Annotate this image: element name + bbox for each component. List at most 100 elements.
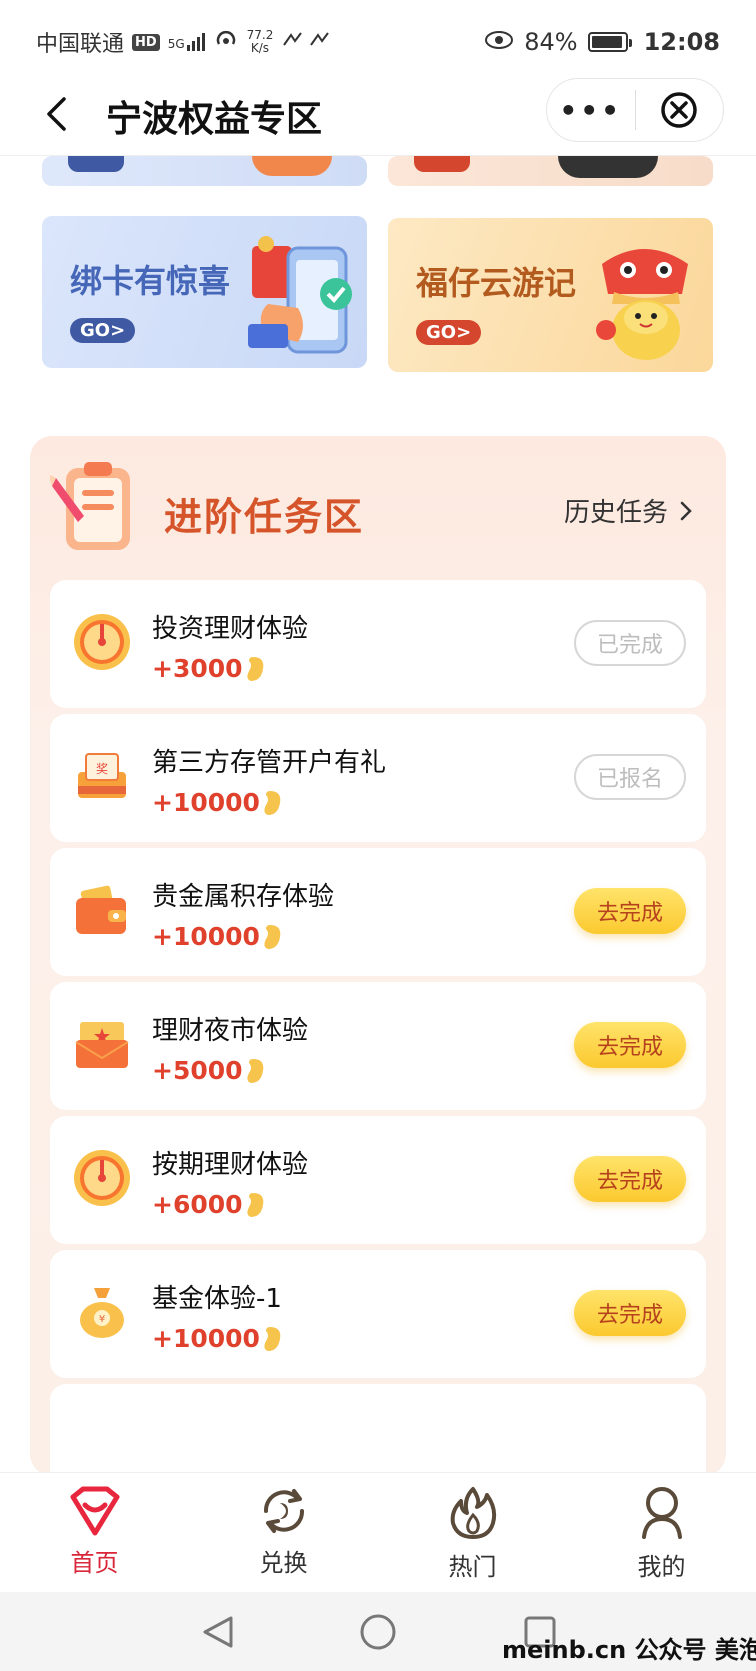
chevron-left-icon: [47, 97, 66, 131]
system-back-button[interactable]: [196, 1610, 240, 1654]
signal-icon: 5G: [168, 33, 205, 51]
task-reward: +10000: [152, 788, 284, 817]
nav-home[interactable]: 首页: [0, 1473, 189, 1592]
prize-box-icon: 奖: [78, 753, 126, 798]
speed-unit: K/s: [250, 41, 270, 55]
bean-coin-icon: [264, 924, 281, 949]
network-speed: 77.2 K/s: [247, 29, 274, 55]
svg-text:¥: ¥: [99, 1314, 105, 1325]
task-card: 奖 第三方存管开户有礼 +10000 已报名: [50, 714, 706, 842]
task-name: 投资理财体验: [152, 614, 309, 644]
envelope-icon: [75, 1022, 129, 1068]
bean-coin-icon: [246, 656, 263, 681]
bottom-nav: 首页 兑换 热门 我的: [0, 1472, 756, 1592]
task-reward: +10000: [152, 922, 284, 951]
banner-bind-card[interactable]: 绑卡有惊喜 GO>: [42, 216, 367, 368]
nav-exchange-label: 兑换: [259, 1549, 308, 1577]
banner-partial-left[interactable]: [42, 156, 367, 186]
phone-card-icon: [248, 236, 352, 354]
notification-icon: [281, 29, 333, 55]
banner-partial-right[interactable]: [388, 156, 713, 186]
flame-icon: [450, 1487, 496, 1539]
task-reward-value: +6000: [152, 1190, 243, 1219]
battery-percent: 84%: [524, 28, 578, 56]
circle-home-icon: [360, 1614, 396, 1650]
nav-home-label: 首页: [70, 1549, 119, 1577]
hd-badge: HD: [132, 33, 160, 51]
task-go-button[interactable]: 去完成: [574, 1290, 686, 1336]
close-circle-icon: [661, 92, 697, 128]
task-section-title: 进阶任务区: [164, 495, 365, 539]
status-left: 中国联通 HD 5G 77.2 K/s: [36, 26, 333, 58]
task-name: 基金体验-1: [152, 1284, 282, 1314]
lion-mascot-icon: [596, 249, 688, 360]
task-card: 按期理财体验 +6000 去完成: [50, 1116, 706, 1244]
task-card: 理财夜市体验 +5000 去完成: [50, 982, 706, 1110]
hotspot-icon: [213, 28, 239, 56]
carrier-name: 中国联通: [36, 32, 125, 57]
task-name: 按期理财体验: [152, 1150, 309, 1180]
task-reward: +6000: [152, 1190, 267, 1219]
clipboard-pencil-icon: [50, 462, 130, 550]
battery-icon: [587, 32, 632, 52]
task-completed-button[interactable]: 已完成: [574, 620, 686, 666]
nav-exchange[interactable]: 兑换: [189, 1473, 378, 1592]
task-card: ¥ 基金体验-1 +10000 去完成: [50, 1250, 706, 1378]
task-reward: +10000: [152, 1324, 284, 1353]
task-name: 第三方存管开户有礼: [152, 748, 387, 778]
status-right: 84% 12:08: [484, 28, 720, 56]
nav-mine[interactable]: 我的: [567, 1473, 756, 1592]
advanced-task-section: 进阶任务区 历史任务 投资理财体验 +3000 已完成 奖 第三方存管开户有礼 …: [30, 436, 726, 1476]
bean-coin-icon: [246, 1192, 263, 1217]
wheel-icon: [74, 1150, 130, 1206]
system-home-button[interactable]: [356, 1610, 400, 1654]
task-reward-value: +5000: [152, 1056, 243, 1085]
task-name: 贵金属积存体验: [152, 882, 335, 912]
task-reward: +5000: [152, 1056, 267, 1085]
task-reward-value: +10000: [152, 922, 260, 951]
triangle-back-icon: [203, 1616, 233, 1648]
task-go-button[interactable]: 去完成: [574, 888, 686, 934]
back-button[interactable]: [28, 86, 84, 142]
bean-coin-icon: [264, 790, 281, 815]
banner-fuzai-card[interactable]: 福仔云游记 GO>: [388, 218, 713, 372]
task-reward: +3000: [152, 654, 267, 683]
task-registered-button[interactable]: 已报名: [574, 754, 686, 800]
banner-bind-go: GO>: [70, 318, 136, 343]
system-nav-bar: meinb.cn 公众号 美泡君: [0, 1592, 756, 1671]
exchange-icon: [263, 1489, 304, 1533]
page-title: 宁波权益专区: [106, 99, 323, 140]
nav-hot[interactable]: 热门: [378, 1473, 567, 1592]
wallet-icon: [76, 885, 126, 934]
task-card: 贵金属积存体验 +10000 去完成: [50, 848, 706, 976]
task-reward-value: +10000: [152, 788, 260, 817]
nav-hot-label: 热门: [448, 1553, 497, 1581]
task-name: 理财夜市体验: [152, 1016, 309, 1046]
task-card-partial: [50, 1384, 706, 1476]
watermark-text: meinb.cn 公众号 美泡君: [502, 1636, 756, 1664]
bean-coin-icon: [246, 1058, 263, 1083]
diamond-smile-icon: [70, 1486, 119, 1536]
banner-fuzai-title: 福仔云游记: [416, 264, 577, 302]
mini-program-capsule: •••: [546, 78, 724, 142]
banner-fuzai-go: GO>: [416, 320, 482, 345]
title-bar: 宁波权益专区 •••: [0, 72, 756, 156]
more-button[interactable]: •••: [547, 79, 635, 141]
svg-text:奖: 奖: [96, 762, 108, 776]
chevron-right-icon: [680, 501, 692, 520]
history-tasks-label: 历史任务: [564, 498, 669, 528]
task-reward-value: +3000: [152, 654, 243, 683]
network-label: 5G: [167, 37, 185, 51]
nav-mine-label: 我的: [637, 1553, 686, 1581]
banner-bind-title: 绑卡有惊喜: [70, 262, 231, 300]
history-tasks-link[interactable]: 历史任务: [564, 492, 692, 529]
close-button[interactable]: [636, 79, 724, 141]
task-card: 投资理财体验 +3000 已完成: [50, 580, 706, 708]
money-bag-icon: ¥: [80, 1288, 124, 1338]
task-go-button[interactable]: 去完成: [574, 1022, 686, 1068]
clock: 12:08: [643, 28, 720, 56]
eye-icon: [484, 28, 514, 56]
task-go-button[interactable]: 去完成: [574, 1156, 686, 1202]
speed-value: 77.2: [246, 28, 274, 42]
person-icon: [641, 1487, 682, 1539]
